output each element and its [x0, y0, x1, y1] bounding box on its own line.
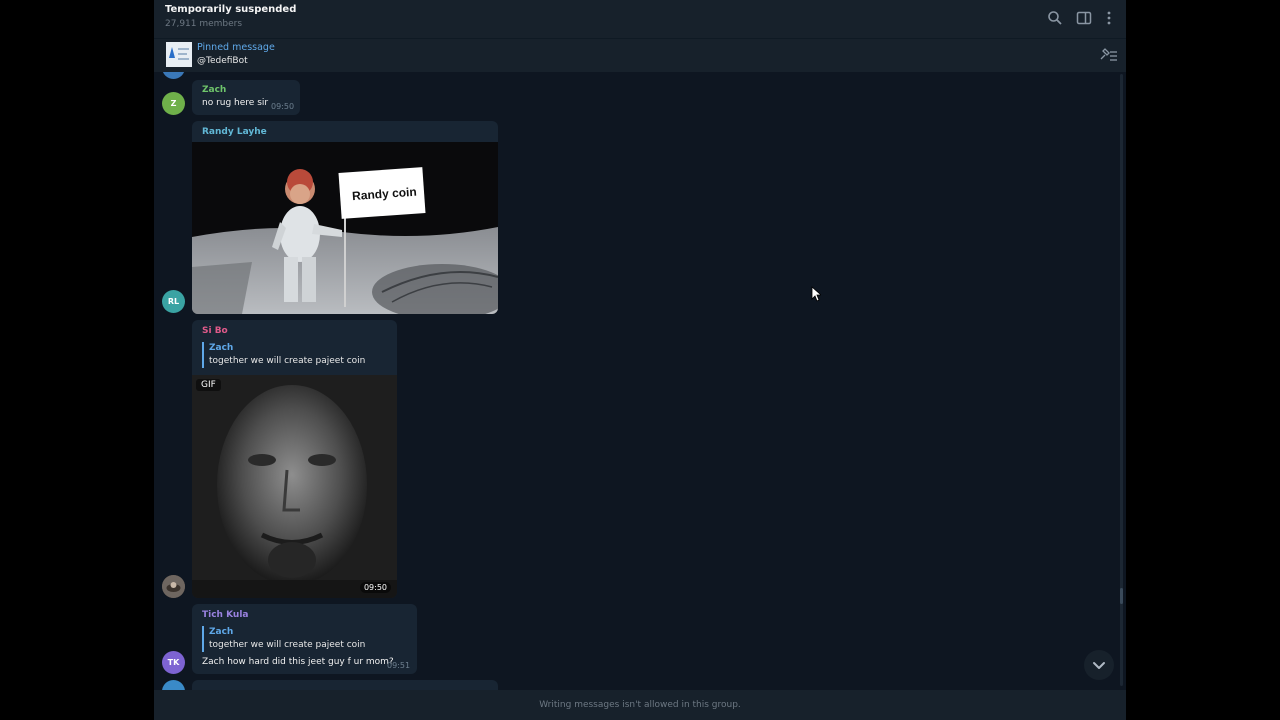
message-bubble[interactable]: Tich Kula Zach together we will create p… — [192, 604, 417, 674]
message-time: 09:50 — [359, 582, 391, 593]
chat-window: Temporarily suspended 27,911 members Pin… — [154, 0, 1126, 720]
avatar[interactable] — [162, 72, 185, 79]
message-image[interactable]: Randy coin — [192, 142, 498, 314]
scroll-to-bottom-button[interactable] — [1084, 650, 1114, 680]
pinned-thumbnail — [166, 42, 192, 67]
message-bubble[interactable]: Randy Layhe Randy coin — [192, 121, 498, 314]
avatar[interactable] — [162, 575, 185, 598]
sender-name[interactable]: Randy Layhe — [202, 127, 267, 137]
search-icon[interactable] — [1047, 10, 1063, 26]
avatar[interactable]: Z — [162, 92, 185, 115]
sender-name[interactable]: Zach — [202, 85, 226, 95]
pinned-title: Pinned message — [197, 42, 275, 53]
composer-disabled-bar: Writing messages isn't allowed in this g… — [154, 690, 1126, 720]
avatar[interactable]: RL — [162, 290, 185, 313]
reply-name: Zach — [209, 627, 234, 637]
reply-quote[interactable]: Zach together we will create pajeet coin — [202, 626, 365, 652]
reply-name: Zach — [209, 343, 234, 353]
gif-badge: GIF — [196, 379, 221, 391]
chat-title[interactable]: Temporarily suspended — [165, 4, 296, 15]
sidebar-toggle-icon[interactable] — [1076, 10, 1092, 26]
message-text: no rug here sir — [202, 98, 269, 108]
chevron-down-icon — [1093, 662, 1105, 669]
message-bubble[interactable]: Zach no rug here sir 09:50 — [192, 80, 300, 115]
reply-text: together we will create pajeet coin — [209, 640, 366, 650]
message-time: 09:50 — [271, 102, 295, 111]
message-time: 09:51 — [387, 661, 411, 670]
message-bubble[interactable] — [192, 680, 498, 690]
member-count: 27,911 members — [165, 19, 243, 29]
scrollbar-thumb[interactable] — [1120, 588, 1123, 604]
pinned-text: @TedefiBot — [197, 56, 248, 66]
reply-quote[interactable]: Zach together we will create pajeet coin — [202, 342, 365, 368]
mouse-cursor-icon — [811, 286, 821, 302]
message-list[interactable]: Zach no rug here sir 09:50 Z Randy Layhe — [154, 72, 1126, 690]
chat-header[interactable]: Temporarily suspended 27,911 members — [154, 0, 1126, 38]
message-bubble[interactable]: Si Bo Zach together we will create pajee… — [192, 320, 397, 598]
reply-text: together we will create pajeet coin — [209, 356, 366, 366]
sender-name[interactable]: Si Bo — [202, 326, 228, 336]
pinned-message-bar[interactable]: Pinned message @TedefiBot — [154, 38, 1126, 72]
avatar[interactable]: TK — [162, 651, 185, 674]
pinned-list-icon[interactable] — [1098, 47, 1118, 63]
avatar[interactable] — [162, 680, 185, 690]
sender-name[interactable]: Tich Kula — [202, 610, 248, 620]
message-text: Zach how hard did this jeet guy f ur mom… — [202, 657, 394, 667]
gif-media[interactable]: GIF 09:50 — [192, 375, 397, 598]
more-vertical-icon[interactable] — [1101, 10, 1117, 26]
restriction-notice: Writing messages isn't allowed in this g… — [539, 700, 741, 710]
